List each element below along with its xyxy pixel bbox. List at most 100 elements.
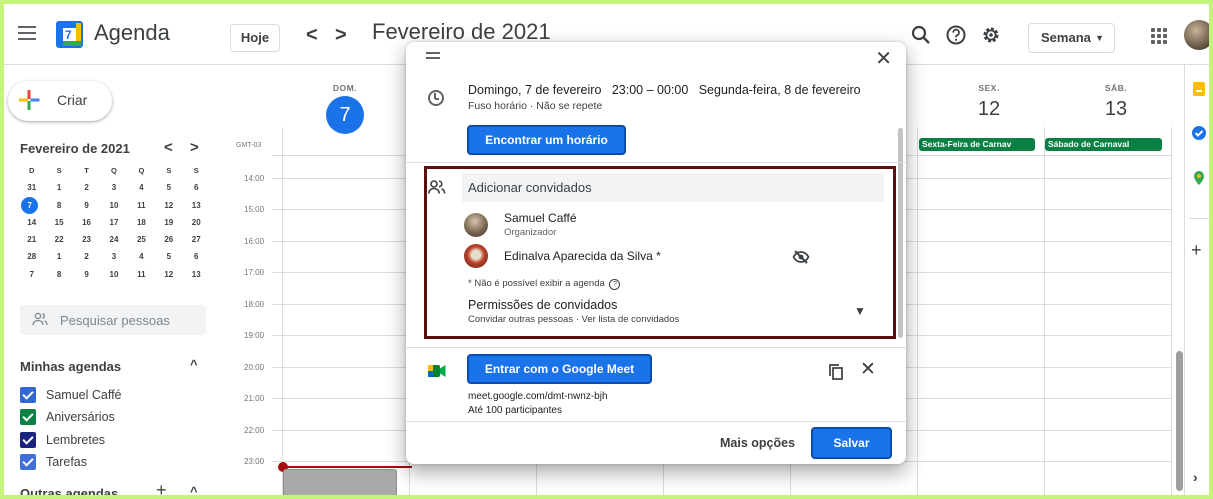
mini-day[interactable]: 1 (45, 179, 72, 196)
event-time-range[interactable]: 23:00 – 00:00 (612, 83, 688, 97)
mini-day[interactable]: 21 (18, 231, 45, 248)
chevron-up-icon[interactable]: ^ (190, 484, 198, 495)
day-header-friday[interactable]: SEX. 12 (934, 65, 1044, 121)
mini-day[interactable]: 9 (73, 197, 100, 214)
mini-day[interactable]: 9 (73, 266, 100, 283)
drag-handle-icon[interactable] (426, 52, 440, 60)
mini-day[interactable]: 13 (183, 197, 210, 214)
search-icon[interactable] (910, 24, 932, 46)
mini-day[interactable]: 26 (155, 231, 182, 248)
view-select[interactable]: Semana ▼ (1028, 23, 1115, 53)
hamburger-menu-icon[interactable] (18, 26, 36, 40)
mini-day[interactable]: 2 (73, 179, 100, 196)
copy-icon[interactable] (829, 364, 843, 380)
day-date[interactable]: 12 (934, 98, 1044, 121)
chevron-up-icon[interactable]: ^ (190, 357, 198, 372)
guest-name[interactable]: Samuel Caffé (504, 211, 577, 225)
event-datetime[interactable]: Domingo, 7 de fevereiro 23:00 – 00:00 Se… (468, 83, 861, 97)
mini-day[interactable]: 4 (128, 248, 155, 265)
mini-day[interactable]: 31 (18, 179, 45, 196)
all-day-event[interactable]: Sexta-Feira de Carnav (919, 138, 1035, 151)
checkbox-checked-icon[interactable] (20, 387, 36, 403)
mini-day[interactable]: 15 (45, 214, 72, 231)
expand-panel-icon[interactable]: › (1193, 469, 1198, 485)
maps-icon[interactable] (1191, 170, 1207, 186)
day-header-saturday[interactable]: SÁB. 13 (1061, 65, 1171, 121)
grid-scrollbar[interactable] (1176, 351, 1183, 491)
event-end-date[interactable]: Segunda-feira, 8 de fevereiro (699, 83, 861, 97)
eye-off-icon[interactable] (792, 250, 810, 264)
mini-day[interactable]: 23 (73, 231, 100, 248)
mini-day[interactable]: 10 (100, 266, 127, 283)
mini-day[interactable]: 18 (128, 214, 155, 231)
mini-day[interactable]: 24 (100, 231, 127, 248)
mini-day[interactable]: 17 (100, 214, 127, 231)
mini-day[interactable]: 11 (128, 266, 155, 283)
mini-day[interactable]: 19 (155, 214, 182, 231)
mini-day[interactable]: 8 (45, 197, 72, 214)
create-button[interactable]: Criar (8, 81, 112, 121)
mini-day[interactable]: 16 (73, 214, 100, 231)
previous-week-button[interactable]: < (306, 24, 318, 47)
add-addon-icon[interactable]: + (1191, 240, 1202, 261)
add-calendar-icon[interactable]: + (156, 480, 167, 495)
mini-day[interactable]: 5 (155, 248, 182, 265)
day-date[interactable]: 13 (1061, 98, 1171, 121)
find-time-button[interactable]: Encontrar um horário (468, 126, 625, 154)
mini-day[interactable]: 22 (45, 231, 72, 248)
mini-day-selected[interactable]: 7 (18, 196, 45, 215)
mini-prev-month-button[interactable]: < (164, 139, 173, 156)
next-week-button[interactable]: > (335, 24, 347, 47)
mini-day[interactable]: 28 (18, 248, 45, 265)
save-button[interactable]: Salvar (812, 428, 891, 458)
event-start-date[interactable]: Domingo, 7 de fevereiro (468, 83, 601, 97)
mini-day[interactable]: 10 (100, 197, 127, 214)
join-google-meet-button[interactable]: Entrar com o Google Meet (468, 355, 651, 383)
day-header-sunday[interactable]: DOM. 7 (324, 65, 366, 134)
other-calendars-title[interactable]: Outras agendas (20, 486, 118, 495)
mini-day[interactable]: 5 (155, 179, 182, 196)
mini-day[interactable]: 12 (155, 197, 182, 214)
draft-event-block[interactable] (283, 469, 397, 495)
all-day-event[interactable]: Sábado de Carnaval (1045, 138, 1162, 151)
search-people-input[interactable]: Pesquisar pessoas (20, 305, 206, 335)
mini-day[interactable]: 12 (155, 266, 182, 283)
checkbox-checked-icon[interactable] (20, 409, 36, 425)
add-guests-input[interactable]: Adicionar convidados (462, 173, 884, 202)
account-avatar[interactable] (1184, 20, 1209, 50)
more-options-button[interactable]: Mais opções (720, 436, 795, 450)
meet-link[interactable]: meet.google.com/dmt-nwnz-bjh (468, 391, 608, 402)
help-icon[interactable] (945, 24, 967, 46)
dialog-scrollbar[interactable] (898, 128, 903, 338)
mini-day[interactable]: 6 (183, 179, 210, 196)
guest-name[interactable]: Edinalva Aparecida da Silva * (504, 249, 661, 263)
timezone-repeat-info[interactable]: Fuso horário · Não se repete (468, 100, 602, 112)
mini-day[interactable]: 20 (183, 214, 210, 231)
day-date-today[interactable]: 7 (326, 96, 364, 134)
mini-day[interactable]: 7 (18, 266, 45, 283)
mini-day[interactable]: 2 (73, 248, 100, 265)
mini-day[interactable]: 14 (18, 214, 45, 231)
guest-permissions-title[interactable]: Permissões de convidados (468, 298, 617, 312)
mini-day[interactable]: 25 (128, 231, 155, 248)
mini-day[interactable]: 27 (183, 231, 210, 248)
checkbox-checked-icon[interactable] (20, 432, 36, 448)
close-icon[interactable]: ✕ (875, 46, 892, 71)
remove-meet-close-icon[interactable]: ✕ (860, 358, 876, 381)
keep-icon[interactable] (1191, 81, 1207, 97)
mini-day[interactable]: 3 (100, 248, 127, 265)
mini-day[interactable]: 8 (45, 266, 72, 283)
tasks-icon[interactable] (1191, 125, 1207, 141)
chevron-down-icon[interactable]: ▼ (854, 304, 866, 318)
mini-day[interactable]: 6 (183, 248, 210, 265)
help-circle-icon[interactable]: ? (609, 279, 621, 290)
mini-day[interactable]: 3 (100, 179, 127, 196)
settings-icon[interactable] (980, 24, 1002, 46)
today-button[interactable]: Hoje (230, 24, 280, 52)
my-calendars-title[interactable]: Minhas agendas (20, 359, 121, 374)
mini-next-month-button[interactable]: > (190, 139, 199, 156)
mini-day[interactable]: 13 (183, 266, 210, 283)
checkbox-checked-icon[interactable] (20, 454, 36, 470)
apps-grid-icon[interactable] (1151, 28, 1167, 44)
mini-day[interactable]: 11 (128, 197, 155, 214)
